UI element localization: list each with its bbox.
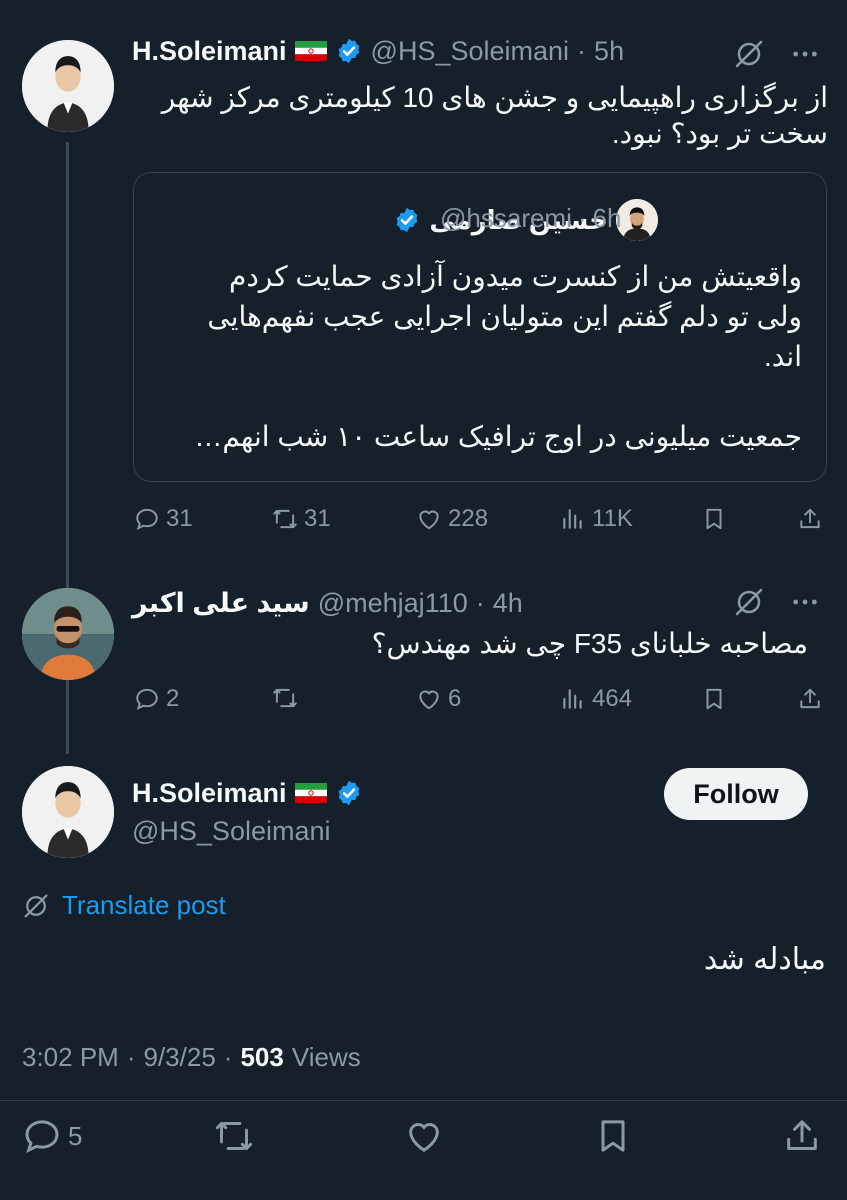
avatar-image — [22, 40, 114, 132]
bookmark-icon[interactable] — [701, 506, 727, 532]
grok-icon[interactable] — [733, 38, 765, 70]
main-author-name-row: H.Soleimani — [132, 776, 363, 810]
views-count: 464 — [592, 685, 633, 712]
share-icon[interactable] — [797, 686, 823, 712]
verified-icon — [335, 779, 363, 807]
post2-text: مصاحبه خلبانای F35 چی شد مهندس؟ — [371, 628, 808, 659]
post2-time[interactable]: 4h — [493, 588, 523, 619]
reply-count: 31 — [166, 505, 193, 532]
reply-count: 5 — [68, 1120, 83, 1151]
bookmark-icon[interactable] — [593, 1116, 633, 1156]
like-button[interactable]: 228 — [416, 505, 488, 533]
share-icon[interactable] — [782, 1116, 822, 1156]
verified-icon — [393, 206, 421, 234]
repost-button[interactable] — [272, 685, 304, 711]
post-timestamp: 3:02 PM · 9/3/25 · 503 Views — [22, 1042, 361, 1073]
repost-icon — [272, 506, 298, 532]
post2-header: سید علی اکبر @mehjaj110 · 4h — [132, 586, 523, 620]
translate-icon — [22, 892, 50, 920]
separator-dot: · — [223, 1042, 233, 1072]
grok-icon[interactable] — [733, 586, 765, 618]
post2-handle[interactable]: @mehjaj110 — [318, 588, 468, 619]
verified-icon — [335, 37, 363, 65]
quote-time: 6h — [592, 203, 622, 233]
reply-icon — [134, 686, 160, 712]
post1-time[interactable]: 5h — [594, 36, 624, 67]
quote-tweet[interactable]: حسین صارمی @hssaremi · 6h واقعیتش من از … — [133, 172, 827, 482]
post1-display-name[interactable]: H.Soleimani — [132, 36, 287, 67]
repost-count: 31 — [304, 505, 331, 532]
follow-button[interactable]: Follow — [664, 768, 808, 820]
post1-header: H.Soleimani @HS_Soleimani · 5h — [132, 34, 624, 68]
post-time[interactable]: 3:02 PM — [22, 1042, 119, 1073]
main-author-avatar[interactable] — [22, 766, 114, 858]
avatar-image — [22, 588, 114, 680]
like-button[interactable]: 6 — [416, 685, 461, 713]
post1-text: از برگزاری راهپیمایی و جشن های 10 کیلومت… — [161, 82, 828, 149]
quote-handle: @hssaremi — [440, 203, 572, 233]
post1-handle[interactable]: @HS_Soleimani — [371, 36, 570, 67]
quote-text-continued: جمعیت میلیونی در اوج ترافیک ساعت ۱۰ شب ا… — [194, 421, 802, 452]
repost-icon — [272, 685, 298, 711]
separator-dot: · — [577, 203, 587, 233]
quote-text: واقعیتش من از کنسرت میدون آزادی حمایت کر… — [207, 261, 802, 372]
reply-icon — [22, 1116, 62, 1156]
main-post-text: مبادله شد — [703, 943, 826, 976]
separator-dot: · — [475, 587, 485, 618]
reply-icon — [134, 506, 160, 532]
repost-button[interactable]: 31 — [272, 505, 331, 533]
post-date[interactable]: 9/3/25 — [144, 1042, 216, 1073]
quote-meta: @hssaremi · 6h — [440, 203, 621, 234]
iran-flag-icon — [295, 783, 327, 803]
share-icon[interactable] — [797, 506, 823, 532]
views-button[interactable]: 464 — [560, 685, 632, 713]
views-label: Views — [291, 1042, 361, 1072]
views-icon — [560, 506, 586, 532]
reply-button[interactable]: 31 — [134, 505, 193, 533]
reply-count: 2 — [166, 685, 180, 712]
quote-avatar — [616, 199, 658, 241]
views-count: 503 — [240, 1042, 284, 1072]
reply-button[interactable]: 2 — [134, 685, 179, 713]
views-icon — [560, 686, 586, 712]
reply-button[interactable]: 5 — [22, 1116, 82, 1156]
more-icon[interactable] — [789, 38, 821, 70]
more-icon[interactable] — [789, 586, 821, 618]
views-button[interactable]: 11K — [560, 505, 633, 533]
bookmark-icon[interactable] — [701, 686, 727, 712]
separator-dot: · — [577, 35, 587, 66]
translate-post-link[interactable]: Translate post — [22, 890, 226, 921]
like-icon[interactable] — [404, 1116, 444, 1156]
repost-icon[interactable] — [214, 1116, 254, 1156]
avatar-image — [22, 766, 114, 858]
like-icon — [416, 686, 442, 712]
author-avatar[interactable] — [22, 40, 114, 132]
main-handle[interactable]: @HS_Soleimani — [132, 816, 331, 847]
views-count: 11K — [592, 505, 633, 532]
divider — [0, 1100, 847, 1101]
separator-dot: · — [126, 1042, 136, 1072]
main-display-name[interactable]: H.Soleimani — [132, 778, 287, 809]
like-count: 6 — [448, 685, 462, 712]
translate-label: Translate post — [62, 890, 226, 920]
like-count: 228 — [448, 505, 489, 532]
iran-flag-icon — [295, 41, 327, 61]
reply-avatar[interactable] — [22, 588, 114, 680]
avatar-image — [616, 199, 658, 241]
like-icon — [416, 506, 442, 532]
post2-display-name[interactable]: سید علی اکبر — [132, 588, 310, 619]
